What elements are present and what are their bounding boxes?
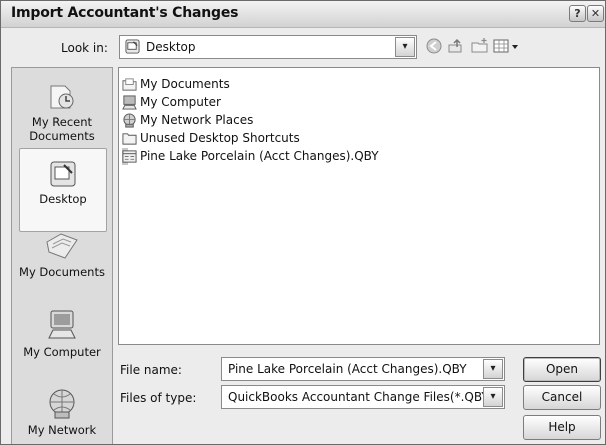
network-places-icon (123, 113, 136, 128)
look-in-dropdown-arrow[interactable]: ▾ (395, 37, 415, 57)
file-name-dropdown-arrow[interactable]: ▾ (483, 359, 503, 379)
folder-icon (122, 133, 137, 145)
place-my-network[interactable]: My Network (12, 386, 112, 437)
dialog-title: Import Accountant's Changes (11, 5, 239, 21)
place-my-documents[interactable]: My Documents (12, 230, 112, 279)
new-folder-icon[interactable] (471, 37, 489, 55)
my-documents-icon (46, 233, 78, 259)
recent-documents-icon (50, 85, 74, 109)
file-name-value: Pine Lake Porcelain (Acct Changes).QBY (228, 362, 467, 376)
place-desktop[interactable]: Desktop (19, 148, 107, 232)
place-label: My Computer (23, 345, 101, 359)
file-name-field[interactable]: Pine Lake Porcelain (Acct Changes).QBY ▾ (221, 357, 505, 381)
views-menu-icon[interactable] (493, 37, 521, 55)
place-label: My Network (27, 423, 97, 437)
folder-documents-icon (122, 78, 137, 91)
help-title-button[interactable]: ? (569, 5, 586, 22)
place-label: My Documents (19, 265, 105, 279)
back-icon[interactable] (425, 37, 443, 55)
open-button[interactable]: Open (523, 357, 601, 382)
title-bar[interactable]: Import Accountant's Changes ? ✕ (1, 1, 605, 28)
place-my-computer[interactable]: My Computer (12, 308, 112, 359)
up-folder-icon[interactable] (447, 37, 465, 55)
my-network-icon (49, 389, 75, 419)
place-my-recent-documents[interactable]: My Recent Documents (12, 80, 112, 143)
place-label: My Recent Documents (29, 115, 95, 143)
file-list[interactable]: My Documents My Computer My Network Plac… (118, 67, 600, 345)
import-accountants-changes-dialog: Import Accountant's Changes ? ✕ Look in:… (0, 0, 606, 445)
places-bar: My Recent Documents Desktop My Documents (11, 67, 113, 444)
look-in-value: Desktop (146, 40, 196, 54)
close-title-button[interactable]: ✕ (587, 5, 604, 22)
files-of-type-label: Files of type: (120, 391, 197, 405)
file-name: Pine Lake Porcelain (Acct Changes).QBY (140, 149, 379, 163)
file-name: Unused Desktop Shortcuts (140, 131, 300, 145)
desktop-icon (125, 39, 140, 54)
files-of-type-dropdown[interactable]: QuickBooks Accountant Change Files(*.QBY… (221, 385, 505, 409)
my-computer-icon (48, 310, 76, 339)
desktop-icon (50, 161, 76, 187)
files-of-type-dropdown-arrow[interactable]: ▾ (483, 387, 503, 407)
qby-file-icon (122, 150, 137, 163)
place-label: Desktop (39, 192, 87, 206)
file-name: My Documents (140, 77, 230, 91)
look-in-dropdown[interactable]: Desktop ▾ (119, 35, 417, 59)
help-button[interactable]: Help (523, 415, 601, 440)
file-name: My Computer (140, 95, 221, 109)
file-name-label: File name: (120, 363, 182, 377)
computer-icon (122, 95, 137, 110)
cancel-button[interactable]: Cancel (523, 385, 601, 410)
file-name: My Network Places (140, 113, 254, 127)
list-item-selected[interactable]: Pine Lake Porcelain (Acct Changes).QBY (122, 148, 379, 165)
look-in-label: Look in: (61, 41, 108, 55)
files-of-type-value: QuickBooks Accountant Change Files(*.QBY… (228, 390, 494, 404)
